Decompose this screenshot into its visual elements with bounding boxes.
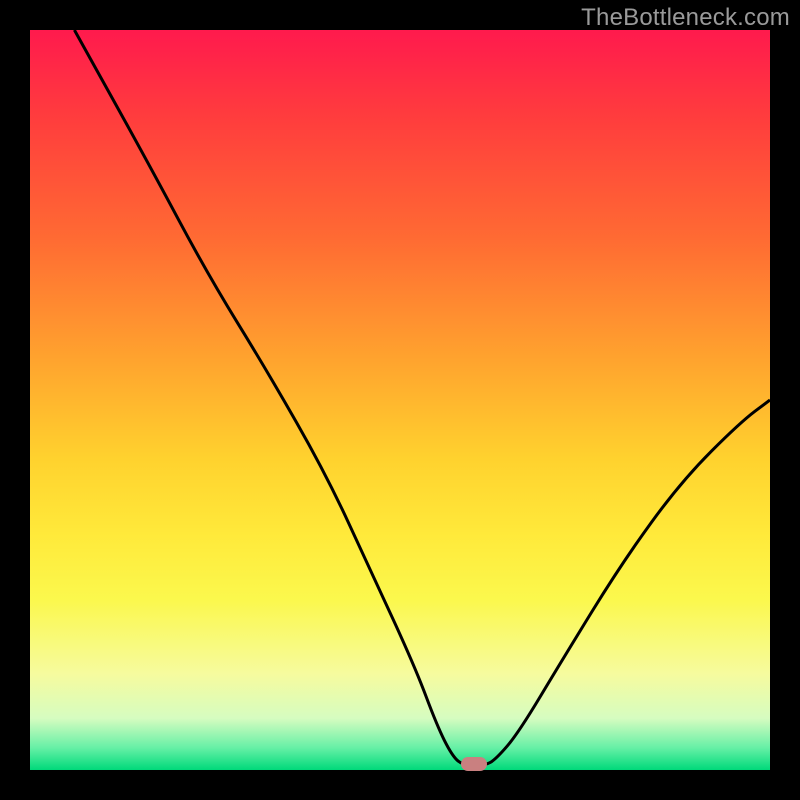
watermark-text: TheBottleneck.com — [581, 4, 790, 32]
chart-frame: TheBottleneck.com — [0, 0, 800, 800]
chart-curve — [30, 30, 770, 770]
bottleneck-marker — [461, 757, 487, 771]
chart-plot-area — [30, 30, 770, 770]
